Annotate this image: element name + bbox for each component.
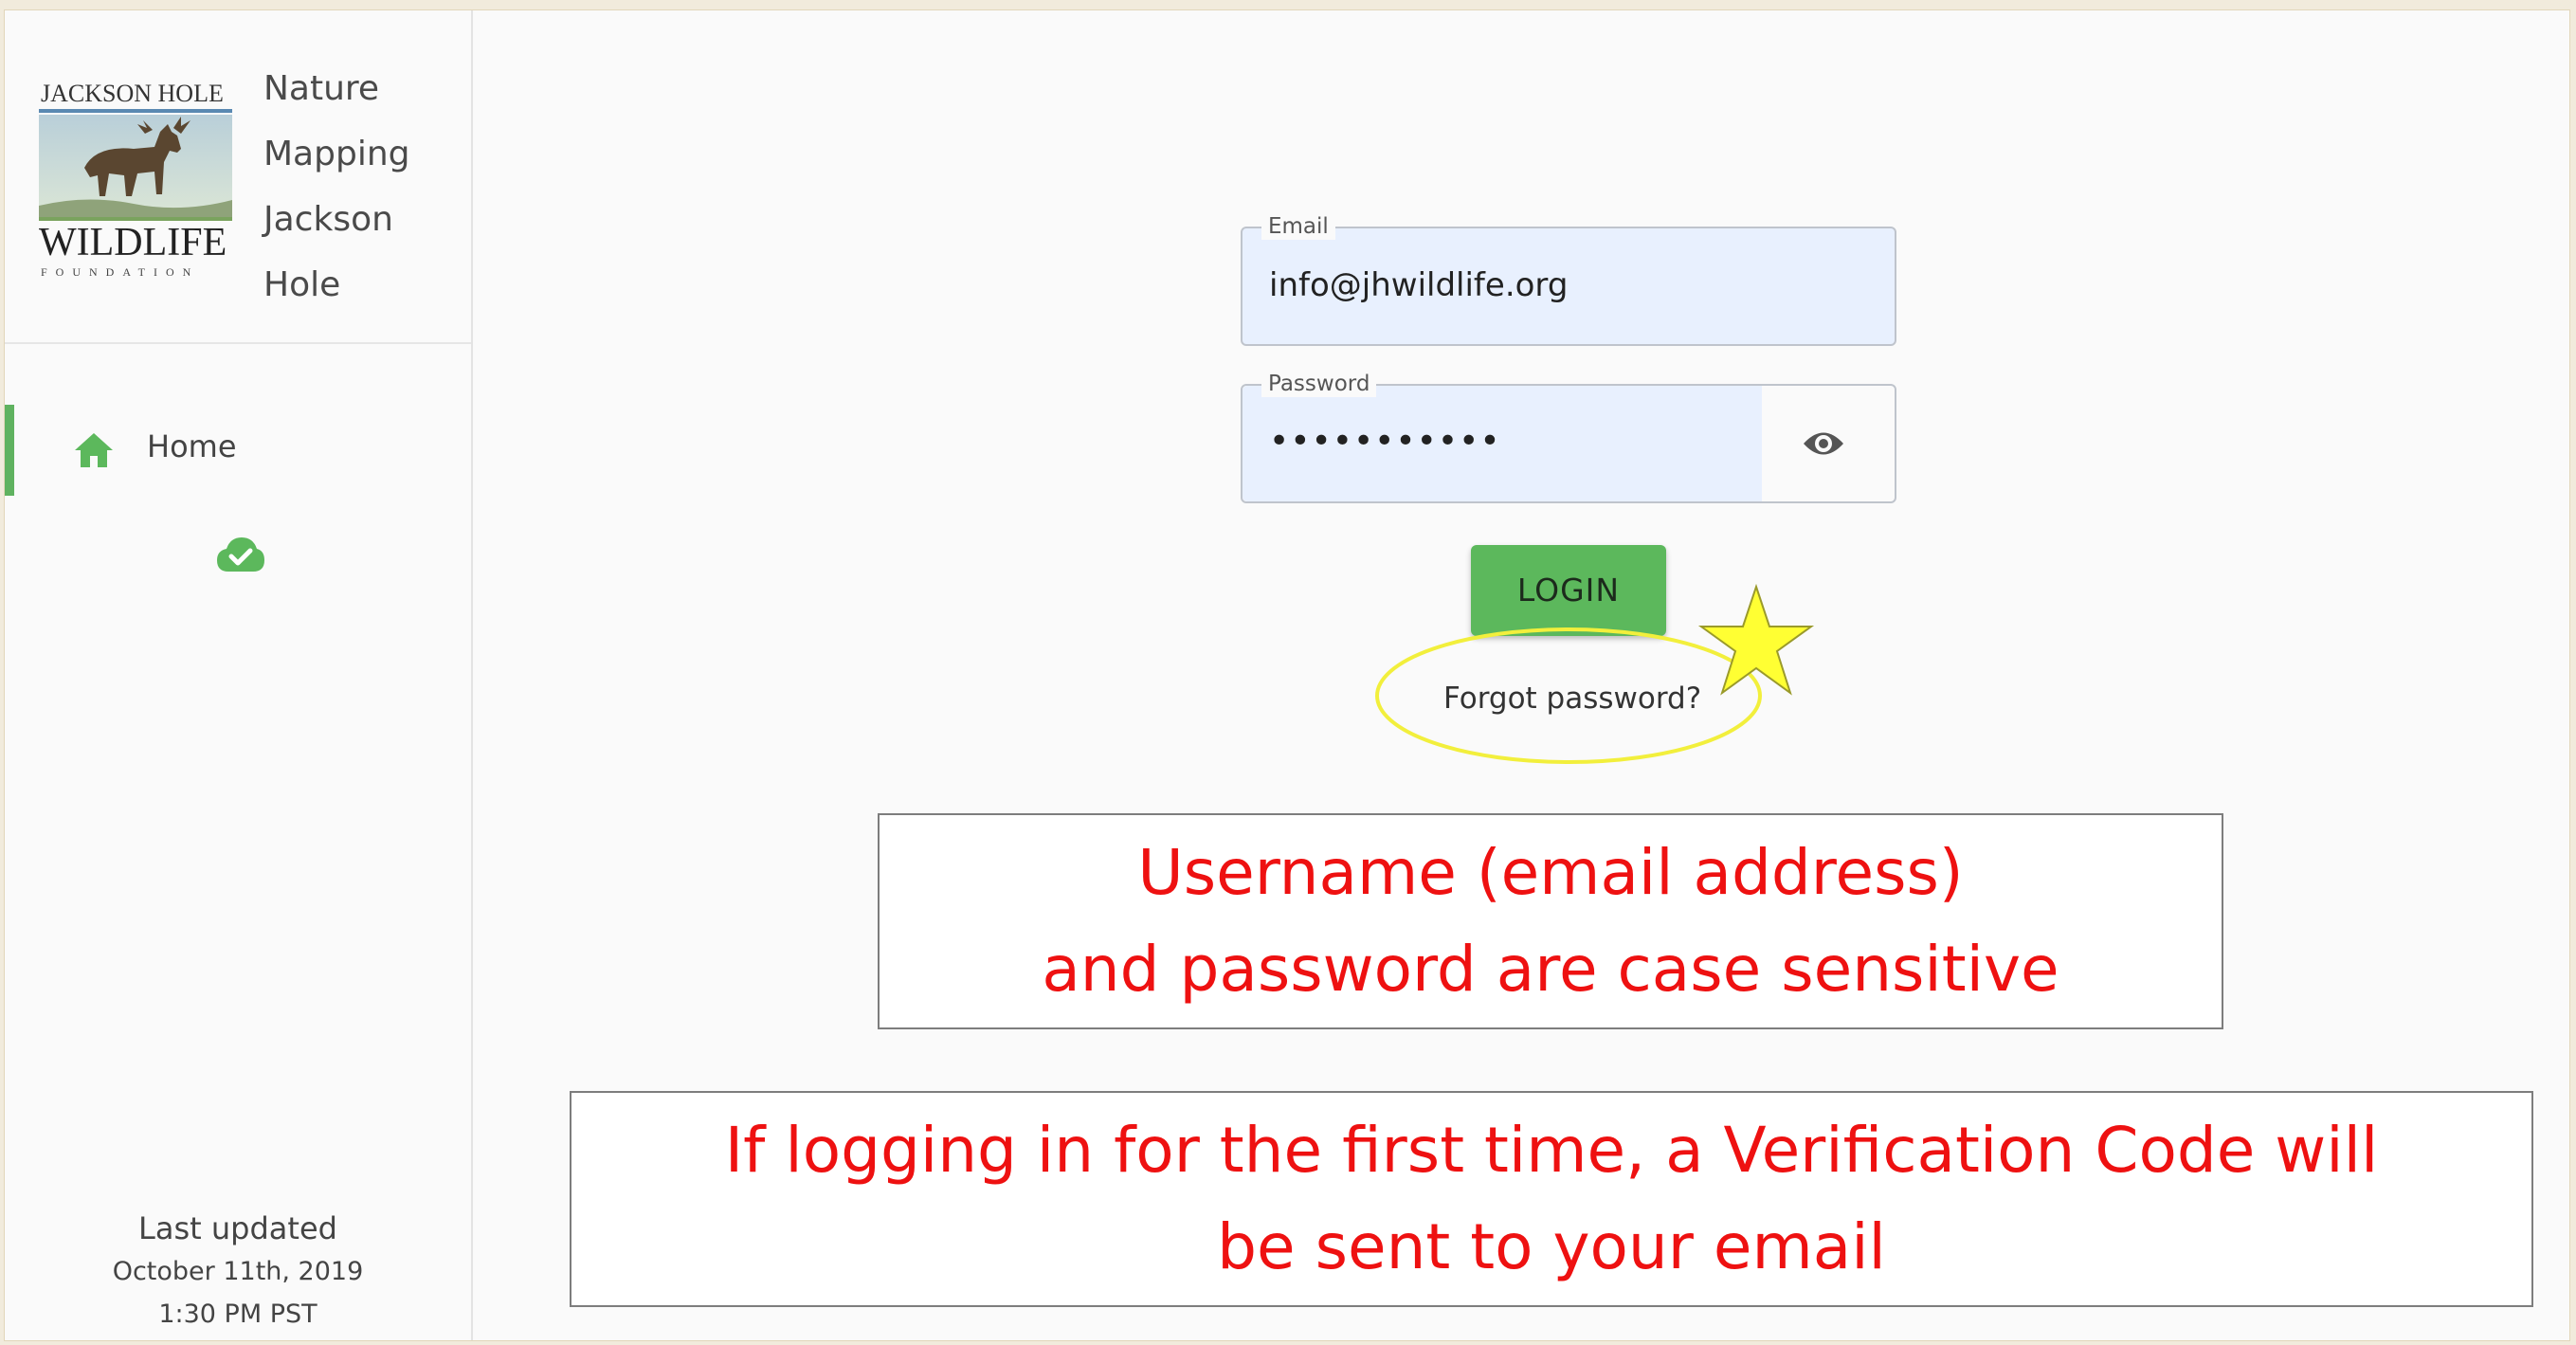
password-field-label: Password [1261, 371, 1377, 397]
logo-top-text: JACKSON HOLE [41, 80, 224, 107]
app-name: Nature Mapping Jackson Hole [263, 56, 410, 318]
note-line: and password are case sensitive [1042, 933, 2059, 1006]
app-name-line: Mapping [263, 135, 410, 173]
login-button[interactable]: LOGIN [1471, 545, 1666, 636]
email-field[interactable]: Email info@jhwildlife.org [1241, 213, 1896, 346]
password-field[interactable]: Password ••••••••••• [1241, 371, 1896, 503]
active-indicator [5, 405, 14, 496]
last-updated: Last updated October 11th, 2019 1:30 PM … [5, 1207, 471, 1336]
star-icon [1697, 583, 1815, 696]
last-updated-date: October 11th, 2019 [112, 1257, 364, 1286]
home-icon [75, 433, 113, 467]
logo-main-text: WILDLIFE [39, 221, 227, 264]
app-name-line: Jackson [263, 200, 393, 239]
eye-icon[interactable] [1802, 426, 1845, 462]
password-input[interactable]: ••••••••••• [1269, 422, 1501, 461]
sidebar: JACKSON HOLE WILDLIFE FOUNDATION Nature … [5, 10, 473, 1340]
note-line: Username (email address) [1137, 836, 1964, 909]
cloud-check-icon [217, 537, 264, 572]
forgot-password-link[interactable]: Forgot password? [1443, 682, 1701, 716]
app-window: JACKSON HOLE WILDLIFE FOUNDATION Nature … [4, 9, 2570, 1341]
email-field-label: Email [1261, 213, 1335, 240]
note-line: If logging in for the first time, a Veri… [724, 1114, 2379, 1187]
app-name-line: Hole [263, 265, 341, 304]
jackson-hole-wildlife-logo: JACKSON HOLE WILDLIFE FOUNDATION [39, 80, 232, 279]
sidebar-item-home[interactable]: Home [5, 405, 471, 496]
last-updated-label: Last updated [138, 1210, 337, 1246]
case-sensitive-note: Username (email address) and password ar… [878, 813, 2223, 1029]
brand-header: JACKSON HOLE WILDLIFE FOUNDATION Nature … [5, 10, 471, 344]
email-input[interactable]: info@jhwildlife.org [1269, 266, 1568, 304]
verification-code-note: If logging in for the first time, a Veri… [570, 1091, 2533, 1307]
logo-sub-text: FOUNDATION [41, 265, 199, 279]
last-updated-time: 1:30 PM PST [158, 1300, 317, 1329]
note-line: be sent to your email [1217, 1210, 1886, 1283]
sidebar-item-label: Home [147, 428, 237, 464]
app-name-line: Nature [263, 69, 380, 108]
